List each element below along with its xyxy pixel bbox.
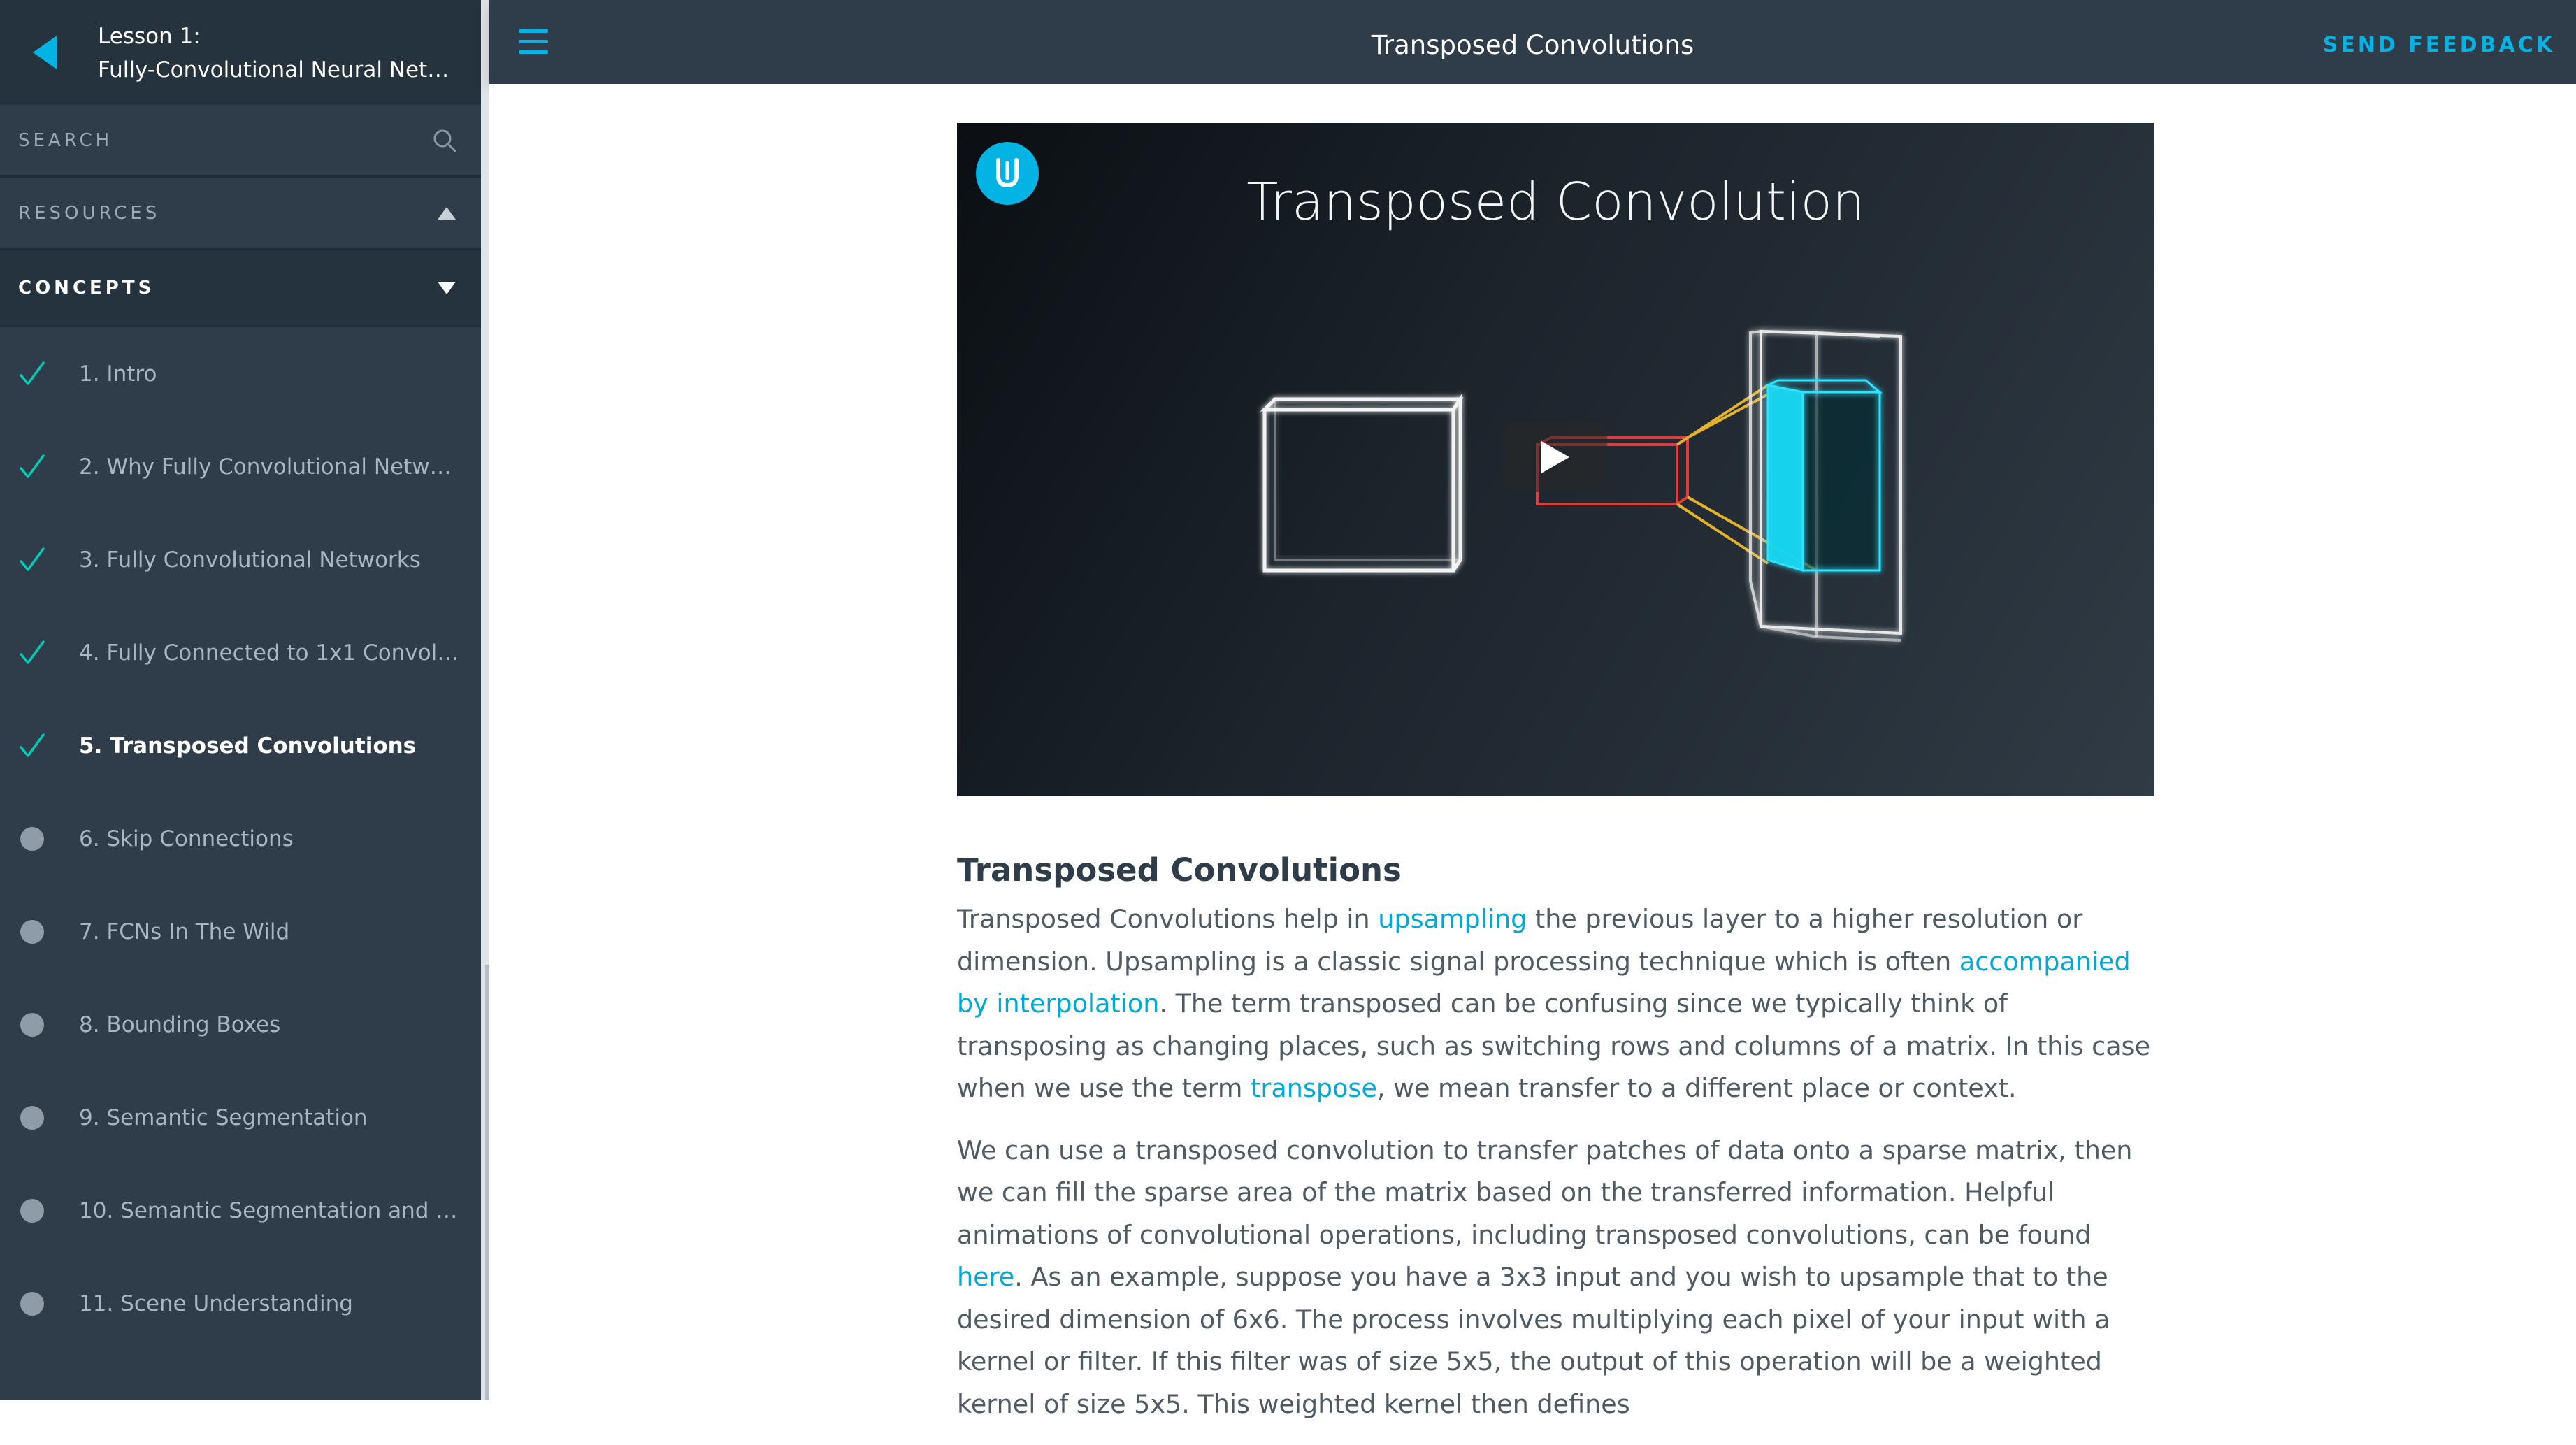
concept-title: 9. Semantic Segmentation [79,1105,368,1130]
paragraph-text: Transposed Convolutions help in [957,904,1379,934]
concept-item[interactable]: 3. Fully Convolutional Networks [0,513,481,606]
sidebar: Lesson 1: Fully-Convolutional Neural Net… [0,0,481,1400]
link-transpose[interactable]: transpose [1251,1073,1377,1103]
concept-title: 2. Why Fully Convolutional Network... [79,454,460,480]
concept-title: 7. FCNs In The Wild [79,919,290,944]
concept-title: 3. Fully Convolutional Networks [79,547,421,573]
article-heading: Transposed Convolutions [957,851,1402,889]
paragraph-text: , we mean transfer to a different place … [1376,1073,2017,1103]
triangle-down-icon [436,280,457,296]
page-title: Transposed Convolutions [1371,30,1694,60]
not-started-dot-icon [18,1104,46,1132]
concept-title: 4. Fully Connected to 1x1 Convoluti... [79,640,460,666]
article-paragraph-1: Transposed Convolutions help in upsampli… [957,898,2154,1110]
dot-shape [20,919,44,944]
concept-item[interactable]: 5. Transposed Convolutions [0,699,481,792]
paragraph-text: We can use a transposed convolution to t… [957,1135,2133,1250]
dot-shape [20,826,44,851]
dot-shape [20,1012,44,1037]
checkmark-icon [18,360,46,388]
sidebar-resources-toggle[interactable]: RESOURCES [0,178,481,250]
checkmark-icon [18,453,46,481]
not-started-dot-icon [18,825,46,853]
concept-item[interactable]: 11. Scene Understanding [0,1257,481,1350]
concept-item[interactable]: 4. Fully Connected to 1x1 Convoluti... [0,606,481,699]
concept-item[interactable]: 7. FCNs In The Wild [0,885,481,978]
concept-title: 6. Skip Connections [79,826,294,851]
concept-item[interactable]: 1. Intro [0,327,481,420]
send-feedback-button[interactable]: SEND FEEDBACK [2323,0,2555,84]
concept-title: 11. Scene Understanding [79,1291,353,1316]
video-player[interactable]: Transposed Convolution [957,123,2154,796]
triangle-up-icon [436,206,457,221]
resources-label: RESOURCES [18,202,161,224]
not-started-dot-icon [18,1011,46,1039]
concept-title: 8. Bounding Boxes [79,1012,281,1037]
concept-item[interactable]: 10. Semantic Segmentation and FC... [0,1164,481,1257]
checkmark-icon [18,639,46,667]
checkmark-icon [18,546,46,574]
top-bar: Transposed Convolutions SEND FEEDBACK [489,0,2576,84]
concept-title: 10. Semantic Segmentation and FC... [79,1198,460,1223]
concept-item[interactable]: 9. Semantic Segmentation [0,1071,481,1164]
search-icon[interactable] [432,128,457,153]
link-here[interactable]: here [957,1262,1014,1292]
not-started-dot-icon [18,918,46,946]
checkmark-icon [18,732,46,760]
back-arrow-icon [33,36,57,69]
back-button[interactable] [28,31,63,73]
concept-item[interactable]: 6. Skip Connections [0,792,481,885]
paragraph-text: . As an example, suppose you have a 3x3 … [957,1262,2110,1419]
lesson-title[interactable]: Fully-Convolutional Neural Netwo... [98,53,461,87]
concept-title: 1. Intro [79,361,157,387]
not-started-dot-icon [18,1197,46,1225]
sidebar-search[interactable]: SEARCH [0,105,481,178]
link-upsampling[interactable]: upsampling [1378,904,1527,934]
search-label: SEARCH [18,129,113,151]
lesson-title-block: Lesson 1: Fully-Convolutional Neural Net… [98,20,461,87]
article-paragraph-2: We can use a transposed convolution to t… [957,1130,2154,1426]
dot-shape [20,1198,44,1223]
dot-shape [20,1291,44,1316]
sidebar-concepts-toggle[interactable]: CONCEPTS [0,250,481,327]
article: Transposed Convolutions Transposed Convo… [957,849,2154,1445]
menu-icon[interactable] [519,28,551,56]
concept-title: 5. Transposed Convolutions [79,733,417,759]
video-title: Transposed Convolution [1246,172,1865,232]
dot-shape [20,1105,44,1130]
play-icon [1541,441,1569,473]
concepts-label: CONCEPTS [18,277,155,299]
concept-item[interactable]: 2. Why Fully Convolutional Network... [0,420,481,513]
lesson-number: Lesson 1: [98,24,201,49]
play-button[interactable] [1502,422,1607,492]
lesson-header: Lesson 1: Fully-Convolutional Neural Net… [0,0,481,107]
main-content: Transposed Convolution Transposed Convol… [489,84,2576,1419]
not-started-dot-icon [18,1290,46,1318]
concept-item[interactable]: 8. Bounding Boxes [0,978,481,1071]
